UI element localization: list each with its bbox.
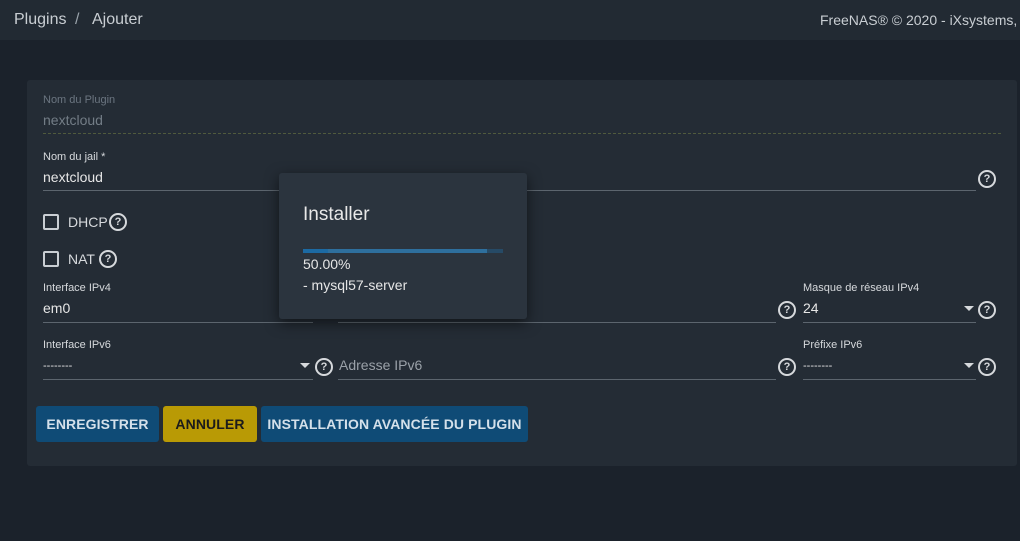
ipv6-prefix-underline	[803, 379, 976, 380]
caret-down-icon[interactable]	[300, 363, 310, 368]
install-progress-bar	[303, 249, 503, 253]
caret-down-icon[interactable]	[964, 363, 974, 368]
breadcrumb-separator: /	[75, 11, 80, 28]
ipv6-interface-label: Interface IPv6	[43, 339, 111, 351]
ipv6-prefix-select[interactable]: --------	[803, 360, 832, 372]
progress-fill	[303, 249, 328, 253]
install-dialog: Installer 50.00% - mysql57-server	[279, 173, 527, 319]
help-circle-icon[interactable]: ?	[99, 250, 117, 268]
ipv4-netmask-label: Masque de réseau IPv4	[803, 282, 920, 294]
help-circle-icon[interactable]: ?	[978, 301, 996, 319]
ipv4-interface-underline	[43, 322, 313, 323]
ipv6-interface-select[interactable]: --------	[43, 360, 72, 372]
plugin-name-label: Nom du Plugin	[43, 94, 116, 106]
dialog-title: Installer	[303, 204, 370, 225]
progress-message: - mysql57-server	[303, 277, 408, 293]
help-circle-icon[interactable]: ?	[978, 358, 996, 376]
ipv6-prefix-label: Préfixe IPv6	[803, 339, 863, 351]
help-circle-icon[interactable]: ?	[109, 213, 127, 231]
plugin-name-input: nextcloud	[43, 112, 103, 128]
help-circle-icon[interactable]: ?	[778, 301, 796, 319]
ipv4-interface-label: Interface IPv4	[43, 282, 111, 294]
advanced-install-button[interactable]: INSTALLATION AVANCÉE DU PLUGIN	[261, 406, 528, 442]
cancel-button[interactable]: ANNULER	[163, 406, 257, 442]
help-circle-icon[interactable]: ?	[978, 170, 996, 188]
progress-percent: 50.00%	[303, 256, 351, 272]
top-bar: Plugins / Ajouter FreeNAS® © 2020 - iXsy…	[0, 0, 1020, 40]
ipv4-address-underline	[338, 322, 776, 323]
ipv6-address-input[interactable]: Adresse IPv6	[339, 357, 422, 373]
dhcp-label: DHCP	[68, 214, 108, 230]
dhcp-checkbox[interactable]	[43, 214, 59, 230]
caret-down-icon[interactable]	[964, 306, 974, 311]
ipv6-interface-underline	[43, 379, 313, 380]
ipv4-netmask-underline	[803, 322, 976, 323]
nat-checkbox[interactable]	[43, 251, 59, 267]
copyright-text: FreeNAS® © 2020 - iXsystems, I	[820, 12, 1020, 28]
breadcrumb-ajouter: Ajouter	[92, 11, 143, 28]
plugin-name-underline	[43, 133, 1001, 134]
save-button[interactable]: ENREGISTRER	[36, 406, 159, 442]
ipv4-netmask-select[interactable]: 24	[803, 300, 819, 316]
jail-name-label: Nom du jail *	[43, 151, 106, 163]
breadcrumb-plugins[interactable]: Plugins	[14, 11, 66, 29]
help-circle-icon[interactable]: ?	[778, 358, 796, 376]
progress-buffer	[328, 249, 487, 253]
ipv4-interface-select[interactable]: em0	[43, 300, 70, 316]
jail-name-input[interactable]: nextcloud	[43, 169, 103, 185]
nat-label: NAT	[68, 251, 95, 267]
ipv6-address-underline	[338, 379, 776, 380]
help-circle-icon[interactable]: ?	[315, 358, 333, 376]
